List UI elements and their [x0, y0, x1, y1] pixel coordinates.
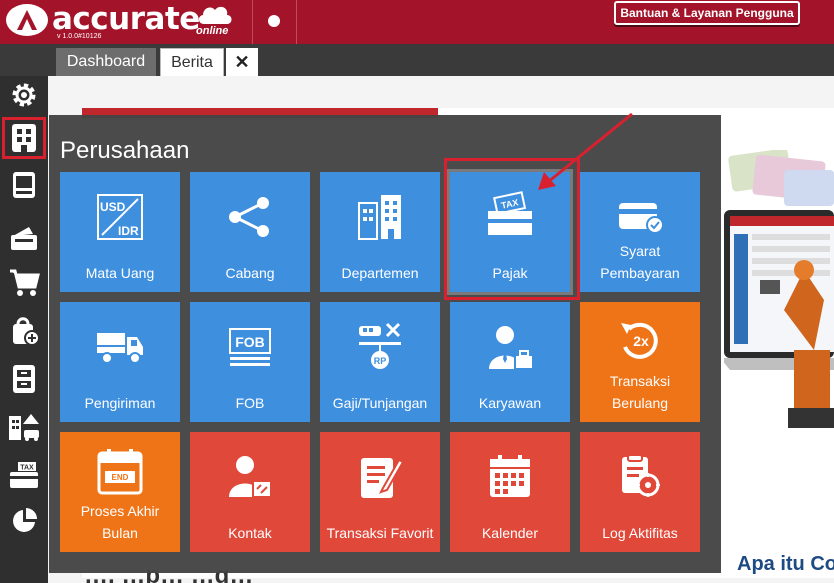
tab-dashboard[interactable]: Dashboard — [56, 48, 156, 76]
close-tab-button[interactable]: ✕ — [226, 48, 258, 76]
tile-label: Gaji/Tunjangan — [332, 395, 428, 411]
tile-transaksi-berulang[interactable]: 2x Transaksi Berulang — [580, 302, 700, 422]
tile-label: Proses Akhir Bulan — [80, 503, 160, 541]
svg-text:2x: 2x — [633, 333, 649, 349]
wallet-icon[interactable] — [4, 219, 44, 257]
tile-log-aktifitas[interactable]: Log Aktifitas — [580, 432, 700, 552]
sidebar: TAX — [0, 76, 48, 583]
svg-text:IDR: IDR — [118, 224, 139, 238]
tile-departemen[interactable]: Departemen — [320, 172, 440, 292]
side-heading: Apa itu Co — [737, 553, 834, 575]
top-bar: accurate online v 1.0.0#10126 Bantuan & … — [0, 0, 834, 44]
tile-mata-uang[interactable]: USD IDR Mata Uang — [60, 172, 180, 292]
tax-icon[interactable]: TAX — [4, 456, 44, 494]
topbar-divider — [252, 0, 253, 44]
activity-log-icon — [580, 452, 700, 502]
tile-transaksi-favorit[interactable]: Transaksi Favorit — [320, 432, 440, 552]
tile-label: FOB — [235, 395, 265, 411]
logo-mark-icon — [6, 4, 48, 36]
truck-icon — [60, 322, 180, 372]
tile-label: Log Aktifitas — [602, 525, 678, 541]
bag-add-icon[interactable] — [4, 312, 44, 350]
tile-fob[interactable]: FOB FOB — [190, 302, 310, 422]
tile-label: Karyawan — [478, 395, 542, 411]
company-icon[interactable] — [2, 117, 46, 159]
tile-karyawan[interactable]: Karyawan — [450, 302, 570, 422]
svg-text:RP: RP — [374, 356, 387, 366]
cabinet-icon[interactable] — [4, 360, 44, 398]
salary-icon: RP — [320, 322, 440, 372]
laptop-robot-illustration — [724, 150, 834, 428]
brand-sub: online — [196, 25, 229, 37]
pie-chart-icon[interactable] — [4, 502, 44, 540]
annotation-arrow-icon — [538, 112, 633, 190]
topbar-divider — [296, 0, 297, 44]
branch-icon — [190, 192, 310, 242]
app-version: v 1.0.0#10126 — [57, 33, 102, 40]
tile-pengiriman[interactable]: Pengiriman — [60, 302, 180, 422]
month-end-icon: END — [60, 446, 180, 496]
tile-label: Cabang — [225, 265, 275, 281]
currency-icon: USD IDR — [60, 192, 180, 242]
tab-berita[interactable]: Berita — [160, 48, 224, 76]
tile-label: Kontak — [228, 525, 272, 541]
cart-icon[interactable] — [4, 263, 44, 301]
buildings-icon[interactable] — [4, 407, 44, 445]
tile-gaji-tunjangan[interactable]: RP Gaji/Tunjangan — [320, 302, 440, 422]
tile-label: Transaksi Berulang — [609, 373, 671, 411]
tile-cabang[interactable]: Cabang — [190, 172, 310, 292]
status-dot-icon[interactable] — [268, 15, 280, 27]
tile-label: Pengiriman — [84, 395, 156, 411]
favorite-transaction-icon — [320, 452, 440, 502]
tile-label: Departemen — [341, 265, 419, 281]
svg-text:USD: USD — [100, 200, 126, 214]
brand-name: accurate — [52, 1, 200, 37]
svg-text:FOB: FOB — [235, 334, 265, 350]
employee-icon — [450, 322, 570, 372]
tile-label: Mata Uang — [85, 265, 155, 281]
contact-icon — [190, 452, 310, 502]
help-button[interactable]: Bantuan & Layanan Pengguna — [614, 1, 800, 25]
tab-bar: Dashboard Berita ✕ — [0, 44, 834, 76]
department-icon — [320, 192, 440, 242]
tile-kontak[interactable]: Kontak — [190, 432, 310, 552]
tile-kalender[interactable]: Kalender — [450, 432, 570, 552]
tile-label: Transaksi Favorit — [326, 525, 434, 541]
calendar-icon — [450, 452, 570, 502]
ledger-icon[interactable] — [4, 166, 44, 204]
svg-text:TAX: TAX — [20, 465, 34, 472]
tile-label: Kalender — [481, 525, 539, 541]
fob-icon: FOB — [190, 322, 310, 372]
svg-text:END: END — [112, 473, 129, 482]
cloud-icon — [198, 6, 232, 24]
gear-icon[interactable] — [4, 76, 44, 114]
menu-title: Perusahaan — [60, 137, 190, 164]
tile-label: Syarat Pembayaran — [600, 243, 680, 281]
accurate-logo[interactable]: accurate — [6, 4, 200, 36]
tile-proses-akhir-bulan[interactable]: END Proses Akhir Bulan — [60, 432, 180, 552]
recurring-icon: 2x — [580, 316, 700, 366]
